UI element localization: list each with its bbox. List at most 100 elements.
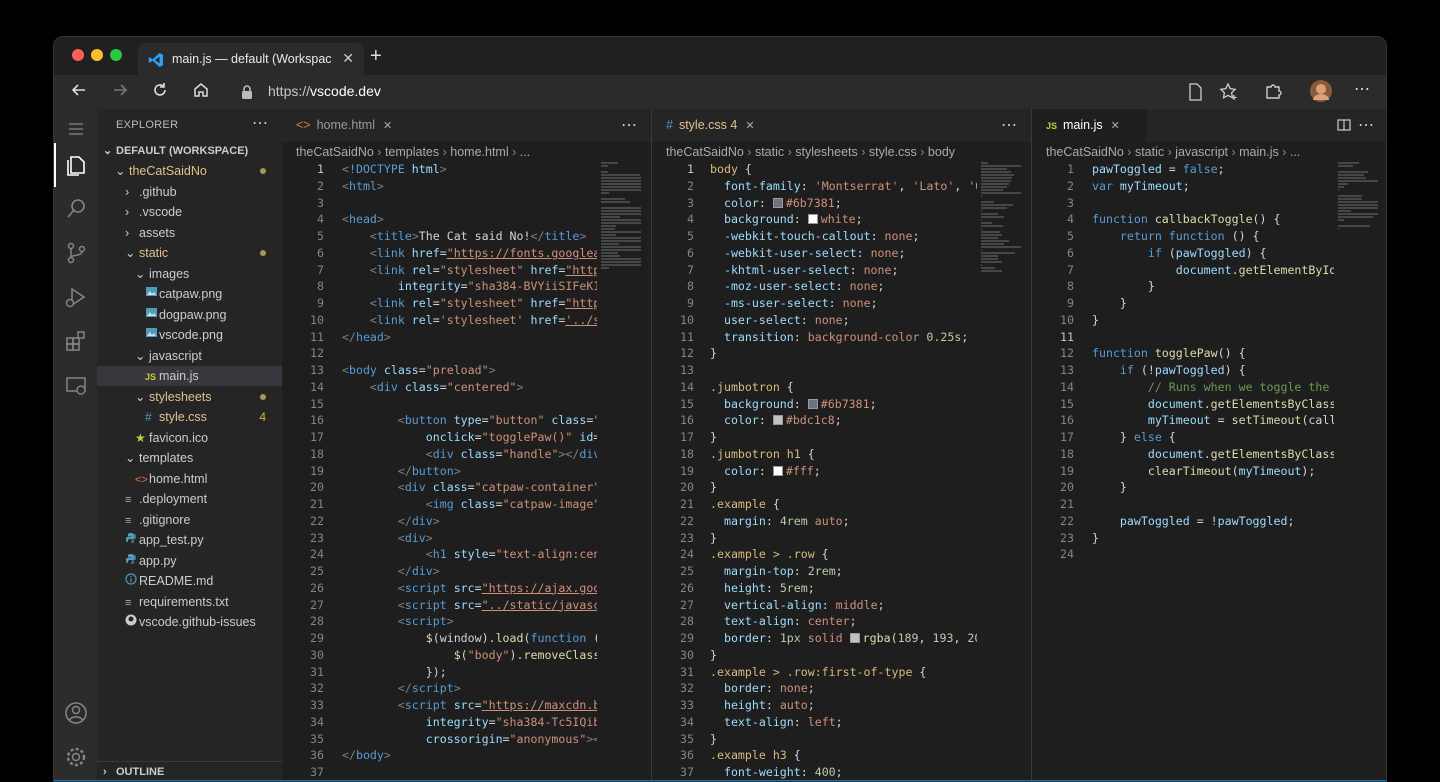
close-tab-icon[interactable]: ✕ xyxy=(1111,120,1120,132)
tree-item[interactable]: › .vscode xyxy=(97,202,282,222)
browser-tab[interactable]: main.js — default (Workspace) ✕ xyxy=(138,43,364,75)
tree-item[interactable]: ≡ .deployment xyxy=(97,489,282,509)
lock-icon[interactable] xyxy=(240,84,254,105)
reader-view-icon[interactable] xyxy=(1187,83,1203,106)
minimap[interactable] xyxy=(1334,162,1378,722)
minimap-line xyxy=(601,213,641,215)
color-swatch[interactable] xyxy=(772,197,783,208)
tree-item-label: vscode.github-issues xyxy=(139,615,256,629)
editor-more-icon[interactable]: ⋯ xyxy=(1358,115,1374,135)
breadcrumb-item[interactable]: theCatSaidNo xyxy=(666,145,744,159)
tree-item[interactable]: app.py xyxy=(97,551,282,571)
line-number: 17 xyxy=(1060,430,1074,444)
line-number: 31 xyxy=(310,664,324,679)
tree-item[interactable]: ⌄ stylesheets xyxy=(97,387,282,407)
source-control-icon[interactable] xyxy=(62,239,90,267)
breadcrumb-item[interactable]: templates xyxy=(385,145,439,159)
more-options-icon[interactable]: ⋯ xyxy=(1354,79,1370,99)
editor-more-icon[interactable]: ⋯ xyxy=(1001,115,1017,135)
extensions-puzzle-icon[interactable] xyxy=(1264,82,1282,105)
code-line: } xyxy=(1092,279,1155,293)
extensions-icon[interactable] xyxy=(62,327,90,355)
minimap[interactable] xyxy=(597,162,641,722)
breadcrumb-item[interactable]: stylesheets xyxy=(795,145,858,159)
tree-item[interactable]: ⌄ templates xyxy=(97,448,282,468)
tree-item[interactable]: ⌄ static xyxy=(97,243,282,263)
editor-more-icon[interactable]: ⋯ xyxy=(621,115,637,135)
tree-item[interactable]: README.md xyxy=(97,571,282,591)
breadcrumb-item[interactable]: static xyxy=(755,145,784,159)
color-swatch[interactable] xyxy=(807,214,818,225)
favorite-star-icon[interactable] xyxy=(1219,82,1239,107)
explorer-more-icon[interactable]: ⋯ xyxy=(252,113,268,133)
tree-item[interactable]: › assets xyxy=(97,223,282,243)
search-icon[interactable] xyxy=(62,195,90,223)
forward-arrow-icon[interactable] xyxy=(111,81,129,104)
tree-item[interactable]: ⌄ theCatSaidNo xyxy=(97,161,282,181)
color-swatch[interactable] xyxy=(772,415,783,426)
tree-item[interactable]: ⌄ javascript xyxy=(97,346,282,366)
editor-tab[interactable]: # style.css 4 ✕ xyxy=(652,109,766,142)
outline-section-header[interactable]: › OUTLINE xyxy=(97,761,282,781)
minimap[interactable] xyxy=(977,162,1021,722)
code-line: </button> xyxy=(342,464,461,478)
split-editor-icon[interactable] xyxy=(1336,117,1352,138)
maximize-window-button[interactable] xyxy=(110,49,122,61)
breadcrumb-item[interactable]: body xyxy=(928,145,955,159)
code-line: text-align: left; xyxy=(710,715,843,729)
tree-item[interactable]: ★ favicon.ico xyxy=(97,428,282,448)
tree-item[interactable]: # style.css 4 xyxy=(97,407,282,427)
explorer-files-icon[interactable] xyxy=(62,151,90,179)
home-icon[interactable] xyxy=(192,81,210,104)
menu-icon[interactable] xyxy=(62,115,90,143)
breadcrumb-item[interactable]: javascript xyxy=(1175,145,1228,159)
tree-item[interactable]: › .github xyxy=(97,182,282,202)
remote-explorer-icon[interactable] xyxy=(62,371,90,399)
tree-item[interactable]: vscode.github-issues xyxy=(97,612,282,632)
color-swatch[interactable] xyxy=(772,465,783,476)
breadcrumb-item[interactable]: main.js xyxy=(1239,145,1279,159)
code-line: <script src="https://ajax.goog xyxy=(342,581,597,595)
tree-item-label: assets xyxy=(139,225,176,240)
settings-gear-icon[interactable] xyxy=(62,743,90,771)
code-area[interactable]: 1 body {2 font-family: 'Montserrat', 'Lat… xyxy=(652,162,977,781)
code-token: : xyxy=(793,714,808,729)
breadcrumb-item[interactable]: theCatSaidNo xyxy=(1046,145,1124,159)
close-tab-icon[interactable]: ✕ xyxy=(745,120,754,132)
back-arrow-icon[interactable] xyxy=(70,81,88,104)
tree-item[interactable]: catpaw.png xyxy=(97,284,282,304)
editor-tab[interactable]: <> home.html ✕ xyxy=(282,109,396,142)
breadcrumb-item[interactable]: theCatSaidNo xyxy=(296,145,374,159)
tree-item[interactable]: <> home.html xyxy=(97,469,282,489)
accounts-icon[interactable] xyxy=(62,699,90,727)
editor-tab[interactable]: JS main.js ✕ xyxy=(1032,109,1146,142)
breadcrumb-item[interactable]: ... xyxy=(1290,145,1300,159)
minimize-window-button[interactable] xyxy=(91,49,103,61)
new-tab-button[interactable]: + xyxy=(370,45,382,68)
color-swatch[interactable] xyxy=(849,633,860,643)
close-tab-icon[interactable]: ✕ xyxy=(342,50,354,67)
code-area[interactable]: 1 <!DOCTYPE html> 2 <html> 3 4 <head> 5 <title>… xyxy=(282,162,597,781)
close-window-button[interactable] xyxy=(72,49,84,61)
tree-item[interactable]: app_test.py xyxy=(97,530,282,550)
color-swatch[interactable] xyxy=(807,398,818,409)
breadcrumb-item[interactable]: home.html xyxy=(450,145,508,159)
workspace-section-header[interactable]: ⌄ DEFAULT (WORKSPACE) xyxy=(97,141,282,161)
breadcrumb-item[interactable]: ... xyxy=(520,145,530,159)
close-tab-icon[interactable]: ✕ xyxy=(383,120,392,132)
tree-item[interactable]: ≡ requirements.txt xyxy=(97,592,282,612)
breadcrumb-item[interactable]: style.css xyxy=(869,145,917,159)
tree-item[interactable]: ⌄ images xyxy=(97,264,282,284)
refresh-icon[interactable] xyxy=(151,81,169,104)
tree-item[interactable]: vscode.png xyxy=(97,325,282,345)
code-area[interactable]: 1 pawToggled = false; 2 var myTimeout; 3 4 fun… xyxy=(1032,162,1334,781)
minimap-line xyxy=(601,219,641,221)
breadcrumb-item[interactable]: static xyxy=(1135,145,1164,159)
tree-item[interactable]: JS main.js xyxy=(97,366,282,386)
tree-item[interactable]: ≡ .gitignore xyxy=(97,510,282,530)
profile-avatar[interactable] xyxy=(1310,80,1332,107)
run-debug-icon[interactable] xyxy=(62,283,90,311)
editor-tab-label: home.html xyxy=(316,118,375,132)
url-field[interactable]: https://vscode.dev xyxy=(268,83,381,99)
tree-item[interactable]: dogpaw.png xyxy=(97,305,282,325)
